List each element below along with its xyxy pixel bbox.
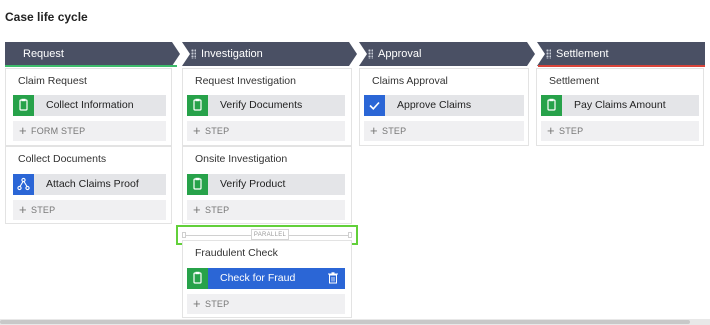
- process-claim-request[interactable]: Claim Request Collect Information + FORM…: [5, 68, 172, 146]
- plus-icon: +: [19, 123, 27, 138]
- trash-icon[interactable]: [328, 272, 338, 287]
- plus-icon: +: [193, 202, 201, 217]
- add-step-button[interactable]: + STEP: [187, 121, 345, 141]
- process-title: Fraudulent Check: [195, 247, 278, 259]
- plus-icon: +: [193, 123, 201, 138]
- add-step-label: STEP: [31, 205, 56, 215]
- add-step-button[interactable]: + STEP: [541, 121, 699, 141]
- step-label: Collect Information: [46, 99, 134, 111]
- parallel-label: PARALLEL: [251, 229, 289, 240]
- process-onsite-investigation[interactable]: Onsite Investigation Verify Product + ST…: [182, 146, 352, 224]
- process-request-investigation[interactable]: Request Investigation Verify Documents +…: [182, 68, 352, 146]
- process-title: Claim Request: [18, 75, 87, 87]
- process-fraudulent-check[interactable]: Fraudulent Check Check for Fraud + STEP: [182, 240, 352, 318]
- add-step-button[interactable]: + STEP: [187, 200, 345, 220]
- process-title: Onsite Investigation: [195, 153, 288, 165]
- checkmark-icon: [364, 95, 385, 116]
- add-step-label: STEP: [382, 126, 407, 136]
- stage-label-investigation[interactable]: Investigation: [201, 48, 263, 60]
- process-claims-approval[interactable]: Claims Approval Approve Claims + STEP: [359, 68, 529, 146]
- step-label: Pay Claims Amount: [574, 99, 666, 111]
- stage-request-accent: [5, 65, 177, 67]
- plus-icon: +: [19, 202, 27, 217]
- add-step-button[interactable]: + STEP: [13, 200, 166, 220]
- add-step-label: STEP: [205, 126, 230, 136]
- add-form-step-button[interactable]: + FORM STEP: [13, 121, 166, 141]
- process-settlement[interactable]: Settlement Pay Claims Amount + STEP: [536, 68, 704, 146]
- step-label: Approve Claims: [397, 99, 472, 111]
- step-attach-claims-proof[interactable]: Attach Claims Proof: [13, 174, 166, 195]
- step-collect-information[interactable]: Collect Information: [13, 95, 166, 116]
- process-title: Request Investigation: [195, 75, 296, 87]
- clipboard-icon: [187, 268, 208, 289]
- drag-handle-icon[interactable]: [546, 49, 551, 59]
- clipboard-icon: [187, 174, 208, 195]
- parallel-start-marker: [182, 232, 186, 238]
- process-title: Settlement: [549, 75, 600, 87]
- process-collect-documents[interactable]: Collect Documents Attach Claims Proof + …: [5, 146, 172, 224]
- case-lifecycle-page: Case life cycle Request Investigation Ap…: [0, 0, 710, 325]
- step-check-for-fraud[interactable]: Check for Fraud: [187, 268, 345, 289]
- attach-icon: [13, 174, 34, 195]
- scrollbar-thumb[interactable]: [0, 320, 690, 324]
- step-verify-product[interactable]: Verify Product: [187, 174, 345, 195]
- add-step-label: STEP: [205, 299, 230, 309]
- plus-icon: +: [193, 296, 201, 311]
- step-pay-claims-amount[interactable]: Pay Claims Amount: [541, 95, 699, 116]
- add-step-label: STEP: [205, 205, 230, 215]
- parallel-end-marker: [348, 232, 352, 238]
- stage-label-approval[interactable]: Approval: [378, 48, 421, 60]
- drag-handle-icon[interactable]: [368, 49, 373, 59]
- add-step-button[interactable]: + STEP: [364, 121, 524, 141]
- add-step-label: STEP: [559, 126, 584, 136]
- step-label: Verify Documents: [220, 99, 303, 111]
- add-step-label: FORM STEP: [31, 126, 86, 136]
- step-label: Attach Claims Proof: [46, 178, 139, 190]
- drag-handle-icon[interactable]: [191, 49, 196, 59]
- step-verify-documents[interactable]: Verify Documents: [187, 95, 345, 116]
- plus-icon: +: [370, 123, 378, 138]
- step-approve-claims[interactable]: Approve Claims: [364, 95, 524, 116]
- stage-settlement-accent: [538, 65, 705, 67]
- horizontal-scrollbar[interactable]: [0, 319, 710, 325]
- add-step-button[interactable]: + STEP: [187, 294, 345, 314]
- stage-label-settlement[interactable]: Settlement: [556, 48, 609, 60]
- clipboard-icon: [13, 95, 34, 116]
- step-label: Verify Product: [220, 178, 286, 190]
- page-title: Case life cycle: [5, 10, 88, 24]
- stage-label-request[interactable]: Request: [23, 48, 64, 60]
- clipboard-icon: [187, 95, 208, 116]
- plus-icon: +: [547, 123, 555, 138]
- process-title: Collect Documents: [18, 153, 107, 165]
- clipboard-icon: [541, 95, 562, 116]
- process-title: Claims Approval: [372, 75, 448, 87]
- step-label: Check for Fraud: [220, 272, 296, 284]
